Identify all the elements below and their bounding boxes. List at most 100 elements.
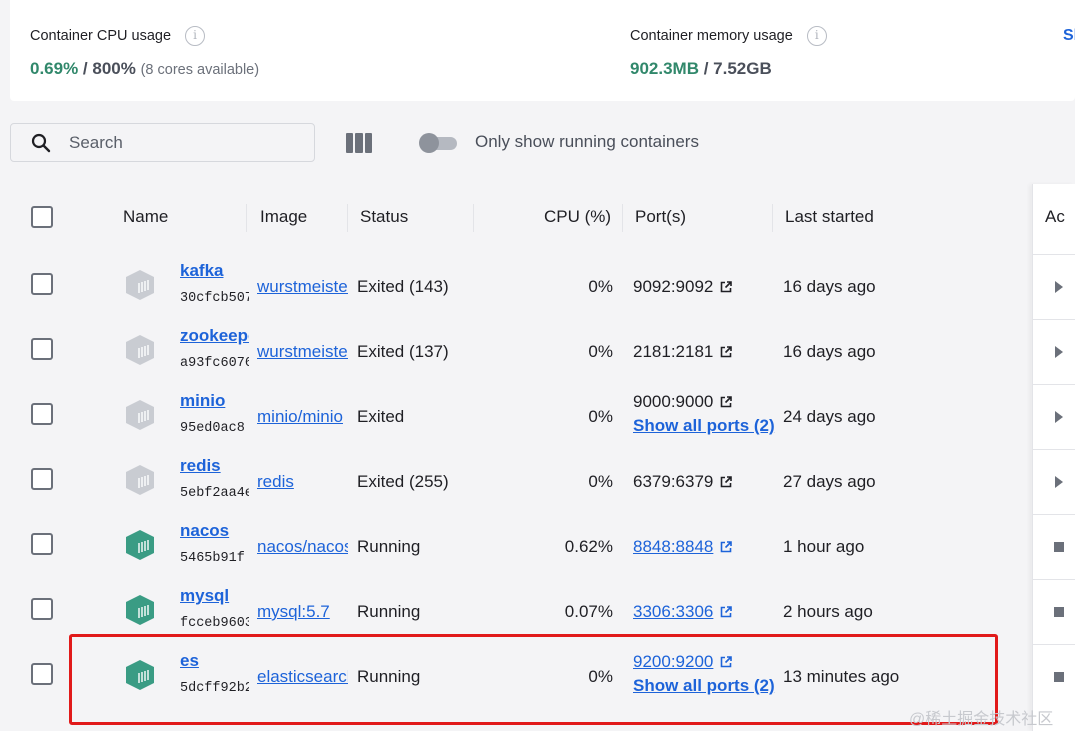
container-name-link[interactable]: minio	[180, 391, 249, 411]
row-checkbox[interactable]	[31, 273, 53, 295]
play-icon	[1055, 476, 1063, 488]
status-text: Running	[357, 537, 421, 556]
port-link[interactable]: 9200:9200	[633, 652, 733, 672]
row-checkbox[interactable]	[31, 663, 53, 685]
container-name-link[interactable]: mysql	[180, 586, 249, 606]
container-name-link[interactable]: nacos	[180, 521, 249, 541]
cpu-value: 0%	[588, 277, 613, 296]
start-button[interactable]	[1033, 384, 1075, 449]
stop-button[interactable]	[1033, 644, 1075, 709]
container-icon	[126, 335, 154, 365]
column-header-cpu[interactable]: CPU (%)	[544, 207, 611, 227]
start-button[interactable]	[1033, 449, 1075, 514]
stop-button[interactable]	[1033, 514, 1075, 579]
stop-icon	[1054, 542, 1064, 552]
port-link[interactable]: 6379:6379	[633, 472, 733, 492]
external-link-icon	[721, 476, 733, 488]
play-icon	[1055, 346, 1063, 358]
info-icon[interactable]: i	[185, 26, 206, 46]
stop-button[interactable]	[1033, 579, 1075, 644]
running-only-label: Only show running containers	[475, 132, 699, 151]
stats-card: Container CPU usage i 0.69% / 800% (8 co…	[10, 0, 1075, 101]
cpu-usage-label: Container CPU usage i	[30, 26, 206, 46]
port-link[interactable]: 3306:3306	[633, 602, 733, 622]
show-all-ports-link[interactable]: Show all ports (2)	[633, 416, 775, 436]
containers-table: Name Image Status CPU (%) Port(s) Last s…	[10, 184, 1075, 731]
show-charts-link[interactable]: Sl	[1063, 27, 1075, 45]
image-link[interactable]: redis	[257, 472, 348, 492]
play-icon	[1055, 281, 1063, 293]
table-row[interactable]: mysql fcceb9603 mysql:5.7 Running 0.07% …	[10, 577, 1042, 642]
image-link[interactable]: wurstmeister	[257, 277, 348, 297]
search-box[interactable]	[10, 123, 315, 162]
column-header-last-started[interactable]: Last started	[785, 207, 874, 227]
image-link[interactable]: nacos/nacos	[257, 537, 348, 557]
container-icon	[126, 660, 154, 690]
column-header-status[interactable]: Status	[360, 207, 408, 227]
start-button[interactable]	[1033, 254, 1075, 319]
cpu-value: 0.07%	[564, 602, 613, 621]
info-icon[interactable]: i	[806, 26, 827, 46]
container-id: a93fc6076	[180, 356, 249, 371]
cpu-usage-value: 0.69% / 800% (8 cores available)	[30, 59, 260, 78]
table-row[interactable]: kafka 30cfcb5071 wurstmeister Exited (14…	[10, 252, 1042, 317]
row-checkbox[interactable]	[31, 338, 53, 360]
external-link-icon	[721, 541, 733, 553]
memory-usage-label: Container memory usage i	[630, 26, 827, 46]
column-header-name[interactable]: Name	[123, 207, 168, 227]
actions-column: Ac	[1032, 184, 1075, 731]
last-started-text: 16 days ago	[783, 342, 876, 361]
container-icon	[126, 400, 154, 430]
external-link-icon	[721, 346, 733, 358]
row-checkbox[interactable]	[31, 403, 53, 425]
port-link[interactable]: 2181:2181	[633, 342, 733, 362]
image-link[interactable]: minio/minio	[257, 407, 348, 427]
column-header-image[interactable]: Image	[260, 207, 307, 227]
row-checkbox[interactable]	[31, 533, 53, 555]
last-started-text: 13 minutes ago	[783, 667, 900, 686]
select-all-checkbox[interactable]	[31, 206, 53, 228]
status-text: Exited (255)	[357, 472, 449, 491]
container-icon	[126, 465, 154, 495]
image-link[interactable]: elasticsearch	[257, 667, 348, 687]
table-row[interactable]: es 5dcff92b2 elasticsearch Running 0% 92…	[10, 642, 1042, 707]
port-link[interactable]: 9000:9000	[633, 392, 733, 412]
container-id: 5ebf2aa4e	[180, 486, 249, 501]
last-started-text: 24 days ago	[783, 407, 876, 426]
status-text: Running	[357, 602, 421, 621]
table-row[interactable]: zookeeper a93fc6076 wurstmeister Exited …	[10, 317, 1042, 382]
stop-icon	[1054, 672, 1064, 682]
image-link[interactable]: wurstmeister	[257, 342, 348, 362]
container-id: fcceb9603	[180, 616, 249, 631]
cpu-value: 0%	[588, 667, 613, 686]
columns-icon[interactable]	[346, 133, 372, 153]
row-checkbox[interactable]	[31, 598, 53, 620]
external-link-icon	[721, 606, 733, 618]
container-id: 5465b91f	[180, 551, 245, 566]
search-input[interactable]	[69, 132, 269, 153]
running-only-toggle[interactable]	[419, 132, 457, 154]
table-row[interactable]: nacos 5465b91f nacos/nacos Running 0.62%…	[10, 512, 1042, 577]
column-header-ports[interactable]: Port(s)	[635, 207, 686, 227]
column-header-actions: Ac	[1045, 207, 1065, 226]
container-name-link[interactable]: redis	[180, 456, 249, 476]
container-id: 5dcff92b2	[180, 681, 249, 696]
memory-usage-value: 902.3MB / 7.52GB	[630, 59, 772, 78]
container-name-link[interactable]: zookeeper	[180, 326, 249, 346]
show-all-ports-link[interactable]: Show all ports (2)	[633, 676, 775, 696]
port-link[interactable]: 9092:9092	[633, 277, 733, 297]
container-name-link[interactable]: es	[180, 651, 249, 671]
start-button[interactable]	[1033, 319, 1075, 384]
status-text: Exited (137)	[357, 342, 449, 361]
last-started-text: 2 hours ago	[783, 602, 873, 621]
container-name-link[interactable]: kafka	[180, 261, 249, 281]
status-text: Running	[357, 667, 421, 686]
row-checkbox[interactable]	[31, 468, 53, 490]
external-link-icon	[721, 281, 733, 293]
cpu-value: 0%	[588, 472, 613, 491]
container-id: 95ed0ac8	[180, 421, 245, 436]
image-link[interactable]: mysql:5.7	[257, 602, 348, 622]
port-link[interactable]: 8848:8848	[633, 537, 733, 557]
table-row[interactable]: minio 95ed0ac8 minio/minio Exited 0% 900…	[10, 382, 1042, 447]
table-row[interactable]: redis 5ebf2aa4e redis Exited (255) 0% 63…	[10, 447, 1042, 512]
